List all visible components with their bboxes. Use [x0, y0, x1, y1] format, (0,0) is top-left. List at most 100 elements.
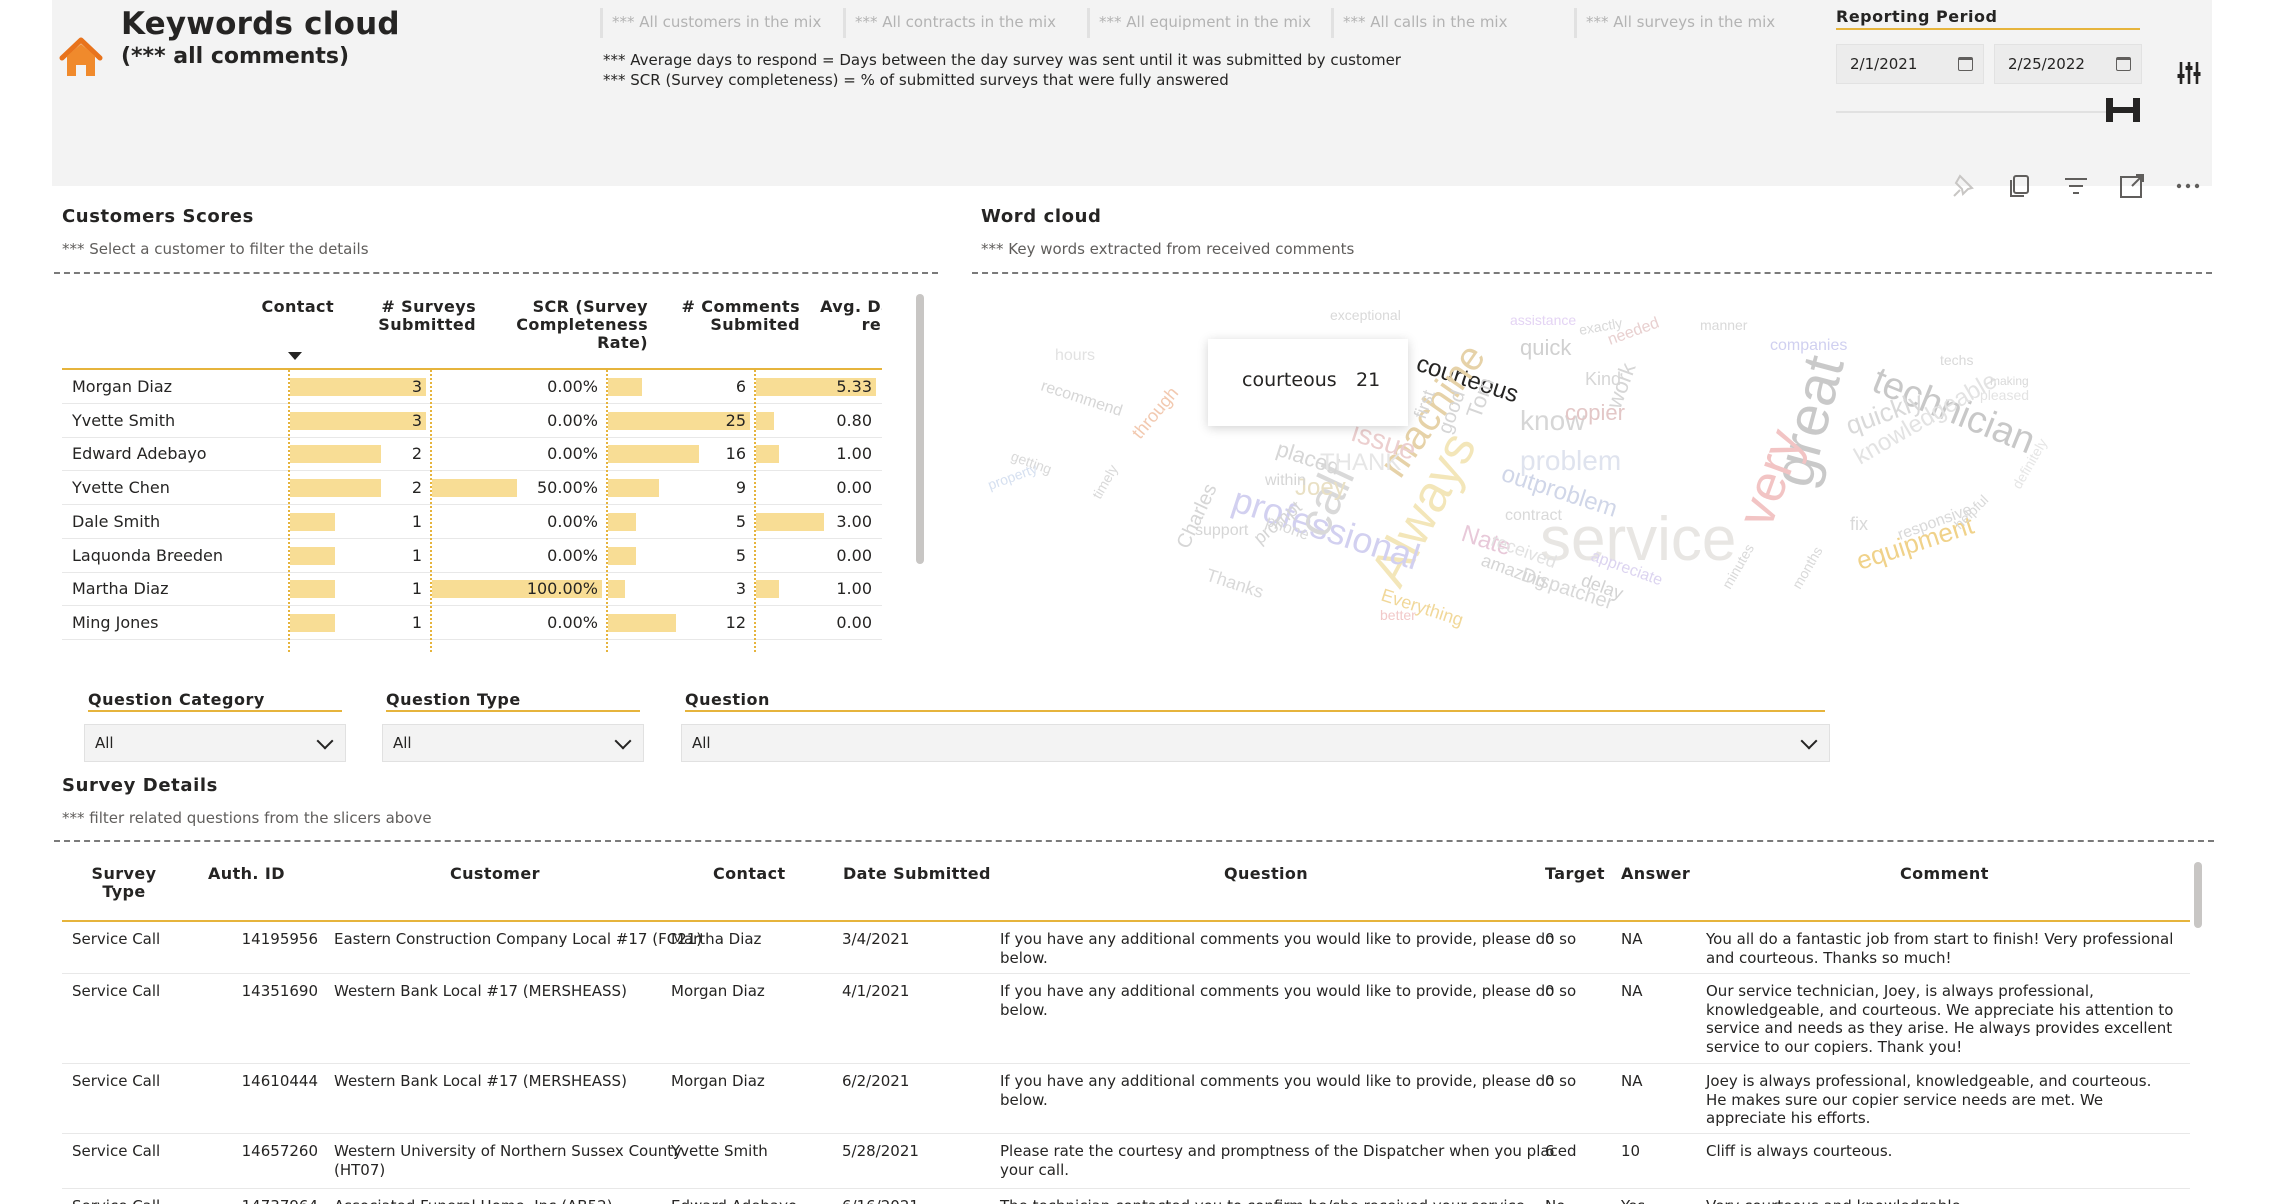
cloud-word[interactable]: assistance	[1510, 312, 1576, 328]
word-cloud[interactable]: serviceAlwaysgreatverytechniciancourteou…	[980, 290, 2090, 630]
question-category-label: Question Category	[88, 690, 265, 709]
tooltip-count: 21	[1356, 369, 1381, 391]
calendar-icon[interactable]	[1958, 57, 1973, 71]
table-row[interactable]: Morgan Diaz 3 0.00% 6 5.33	[62, 370, 882, 404]
start-date-input[interactable]: 2/1/2021	[1836, 44, 1984, 84]
cloud-word[interactable]: through	[1128, 383, 1183, 443]
calendar-icon[interactable]	[2116, 57, 2131, 71]
col-contact[interactable]: Contact	[713, 865, 833, 883]
table-row[interactable]: Service Call 14351690 Western Bank Local #…	[62, 974, 2190, 1064]
survey-type-cell: Service Call	[72, 930, 161, 948]
col-comment[interactable]: Comment	[1900, 865, 2040, 883]
page-subtitle: (*** all comments)	[121, 44, 350, 69]
customers-mix-slicer[interactable]: *** All customers in the mix	[600, 8, 821, 38]
calls-mix-slicer[interactable]: *** All calls in the mix	[1331, 8, 1507, 38]
cloud-word[interactable]: property	[986, 460, 1040, 493]
scr-value: 0.00%	[547, 612, 598, 632]
period-slider-track[interactable]	[1836, 111, 2140, 113]
cloud-word[interactable]: exceptional	[1330, 307, 1401, 323]
table-row[interactable]: Ming Jones 1 0.00% 12 0.00	[62, 606, 882, 640]
col-date-submitted[interactable]: Date Submitted	[843, 865, 1023, 883]
cloud-word[interactable]: THANK	[1320, 449, 1401, 476]
cloud-word[interactable]: timely	[1089, 462, 1121, 502]
table-row[interactable]: Laquonda Breeden 1 0.00% 5 0.00	[62, 539, 882, 573]
table-row[interactable]: Service Call 14610444 Western Bank Local #…	[62, 1064, 2190, 1134]
equipment-mix-slicer[interactable]: *** All equipment in the mix	[1087, 8, 1311, 38]
date-submitted-cell: 4/1/2021	[842, 982, 910, 1000]
answer-cell: NA	[1621, 930, 1643, 948]
period-slider-handle[interactable]	[2104, 96, 2142, 124]
question-dropdown[interactable]: All	[681, 724, 1830, 762]
surveys-mix-slicer[interactable]: *** All surveys in the mix	[1574, 8, 1775, 38]
col-customer[interactable]: Customer	[450, 865, 660, 883]
table-row[interactable]: Service Call 14195956 Eastern Construction…	[62, 922, 2190, 974]
chevron-down-icon[interactable]	[614, 732, 632, 750]
cloud-word[interactable]: quick	[1520, 335, 1572, 360]
comments-submitted-value: 16	[725, 444, 746, 464]
survey-type-cell: Service Call	[72, 982, 161, 1000]
cloud-word[interactable]: pleased	[1980, 387, 2029, 403]
question-label: Question	[685, 690, 770, 709]
cloud-word[interactable]: months	[1789, 544, 1826, 592]
table-row[interactable]: Service Call14737964 Associated Funeral H…	[62, 1189, 2190, 1204]
comments-submitted-value: 3	[735, 579, 746, 599]
contracts-mix-slicer[interactable]: *** All contracts in the mix	[843, 8, 1056, 38]
cloud-word[interactable]: making	[1990, 374, 2029, 388]
cloud-word[interactable]: within	[1264, 472, 1306, 489]
filters-icon[interactable]	[2176, 60, 2202, 86]
answer-cell: NA	[1621, 982, 1643, 1000]
comment-cell: You all do a fantastic job from start to…	[1706, 930, 2174, 967]
col-scr[interactable]: SCR (Survey Completeness Rate)	[462, 298, 648, 352]
cloud-word[interactable]: techs	[1940, 352, 1973, 368]
question-category-dropdown[interactable]: All	[84, 724, 346, 762]
question-type-dropdown[interactable]: All	[382, 724, 644, 762]
cloud-word[interactable]: companies	[1770, 337, 1847, 354]
customers-scrollbar[interactable]	[916, 294, 924, 564]
survey-details-scrollbar[interactable]	[2194, 862, 2202, 928]
col-surveys-submitted[interactable]: # Surveys Submitted	[306, 298, 476, 334]
scr-value: 0.00%	[547, 545, 598, 565]
contact-name: Dale Smith	[72, 511, 161, 531]
col-question[interactable]: Question	[1224, 865, 1364, 883]
cloud-word[interactable]: manner	[1700, 317, 1748, 333]
column-divider	[288, 370, 290, 654]
cloud-word[interactable]: contract	[1505, 507, 1562, 524]
table-row[interactable]: Yvette Chen 2 50.00% 9 0.00	[62, 471, 882, 506]
surveys-submitted-value: 3	[411, 377, 422, 396]
surveys-submitted-value: 1	[411, 511, 422, 531]
end-date-input[interactable]: 2/25/2022	[1994, 44, 2142, 84]
chevron-down-icon[interactable]	[316, 732, 334, 750]
home-icon[interactable]	[58, 36, 104, 78]
table-row[interactable]: Edward Adebayo 2 0.00% 16 1.00	[62, 437, 882, 472]
cloud-word[interactable]: Thanks	[1204, 565, 1266, 602]
cloud-word[interactable]: copier	[1565, 400, 1625, 425]
table-row[interactable]: Service Call 14657260 Western University o…	[62, 1134, 2190, 1189]
col-survey-type[interactable]: Survey Type	[84, 865, 164, 901]
table-row[interactable]: Yvette Smith 3 0.00% 25 0.80	[62, 404, 882, 438]
col-avg-days[interactable]: Avg. Days to respond	[782, 298, 882, 334]
col-comments-submitted[interactable]: # Comments Submited	[632, 298, 800, 334]
col-answer[interactable]: Answer	[1621, 865, 1701, 883]
more-options-icon[interactable]	[2174, 172, 2202, 200]
cloud-word[interactable]: recommend	[1039, 378, 1125, 420]
copy-visual-icon[interactable]	[2006, 172, 2034, 200]
table-row[interactable]: Martha Diaz 1 100.00% 3 1.00	[62, 572, 882, 607]
contact-cell: Morgan Diaz	[671, 1072, 765, 1090]
col-auth-id[interactable]: Auth. ID	[208, 865, 298, 883]
cloud-word[interactable]: Kind	[1585, 369, 1621, 389]
filter-icon[interactable]	[2062, 172, 2090, 200]
table-row[interactable]: Dale Smith 1 0.00% 5 3.00	[62, 505, 882, 539]
question-underline	[685, 710, 1825, 712]
sort-descending-icon[interactable]	[288, 352, 302, 360]
target-cell: 0	[1545, 930, 1555, 948]
start-date-value: 2/1/2021	[1850, 55, 1918, 73]
cloud-word[interactable]: Charles	[1173, 480, 1222, 552]
cloud-word[interactable]: fix	[1850, 514, 1868, 534]
cloud-word[interactable]: better	[1380, 607, 1416, 623]
cloud-word[interactable]: very	[1727, 422, 1815, 534]
cloud-word[interactable]: hours	[1055, 347, 1095, 364]
focus-mode-icon[interactable]	[2118, 172, 2146, 200]
chevron-down-icon[interactable]	[1800, 732, 1818, 750]
pin-icon[interactable]	[1950, 172, 1978, 200]
col-target[interactable]: Target	[1545, 865, 1615, 883]
